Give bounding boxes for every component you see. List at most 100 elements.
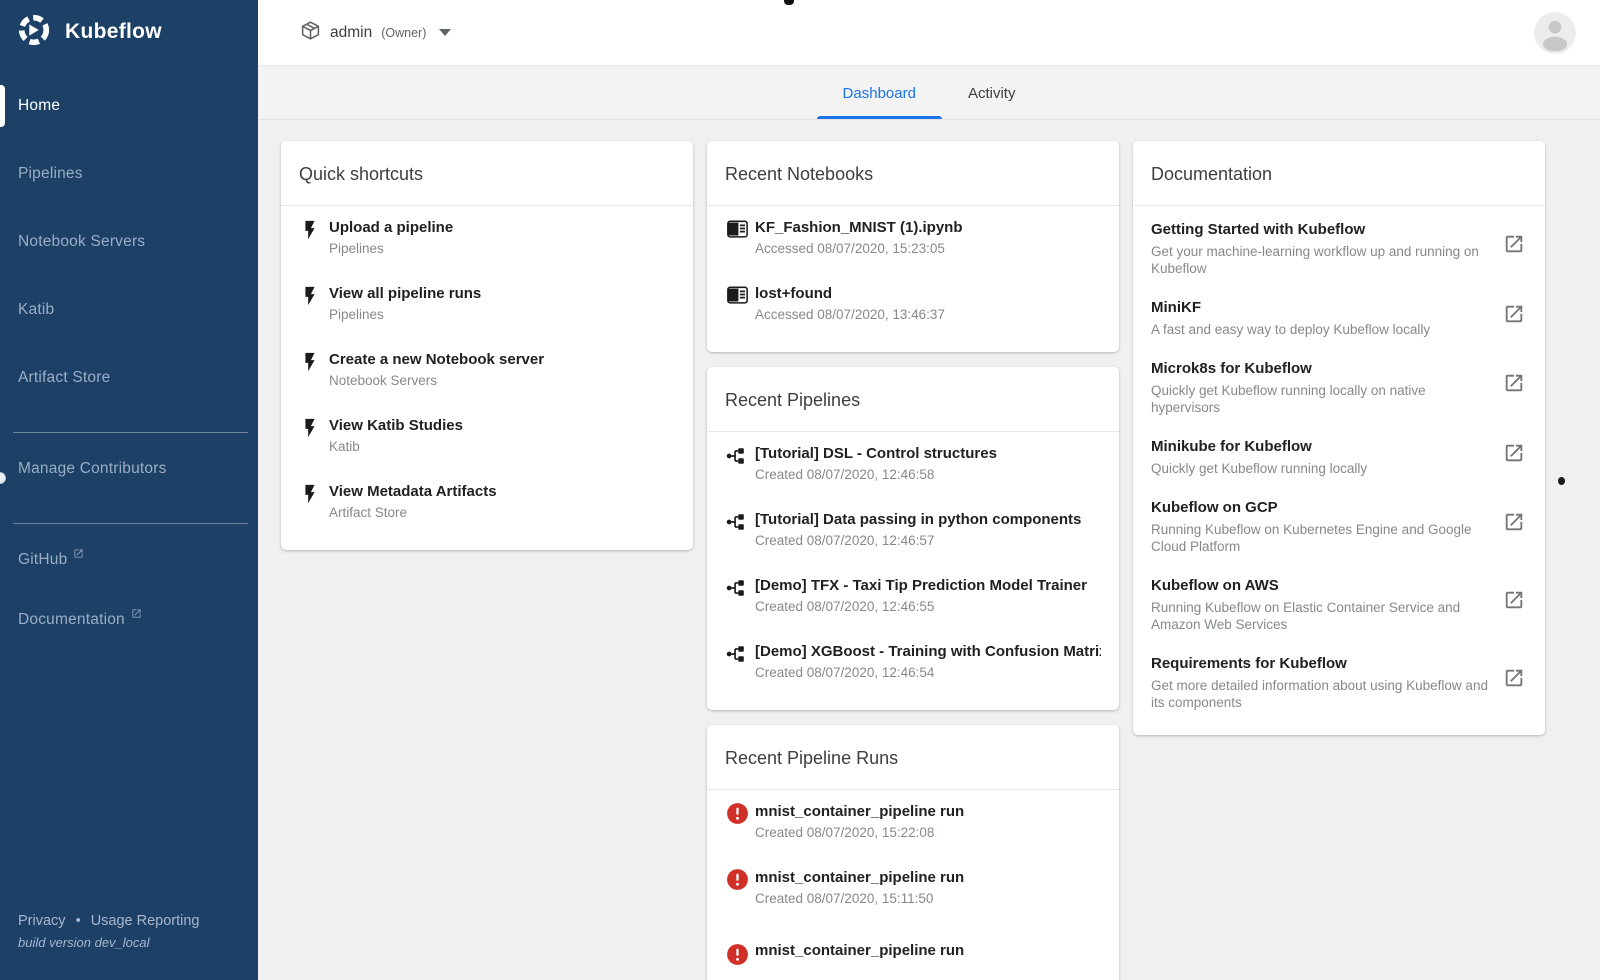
doc-title: Kubeflow on AWS [1151,577,1279,594]
external-link-icon [73,546,84,564]
doc-description: Running Kubeflow on Kubernetes Engine an… [1151,522,1472,554]
notebook-row[interactable]: KF_Fashion_MNIST (1).ipynb Accessed 08/0… [707,206,1119,272]
pipeline-created: Created 08/07/2020, 12:46:57 [755,533,935,548]
run-title: mnist_container_pipeline run [755,942,965,959]
sidebar-link-github[interactable]: GitHub [0,536,258,584]
sidebar-item-pipelines[interactable]: Pipelines [0,150,258,198]
doc-link-minikube[interactable]: Minikube for Kubeflow Quickly get Kubefl… [1133,426,1545,487]
recent-notebooks-card: Recent Notebooks KF_Fashion_MNIST (1).ip… [707,141,1119,352]
shortcut-title: Upload a pipeline [329,219,454,236]
sidebar-item-notebook-servers[interactable]: Notebook Servers [0,218,258,266]
user-avatar[interactable] [1534,12,1576,54]
tab-dashboard[interactable]: Dashboard [816,67,942,119]
shortcut-view-pipeline-runs[interactable]: View all pipeline runs Pipelines [281,272,693,338]
open-in-new-icon [1503,233,1527,277]
pipeline-run-row[interactable]: mnist_container_pipeline run Created 08/… [707,856,1119,922]
card-title: Recent Pipeline Runs [707,725,1119,790]
shortcut-subtitle: Notebook Servers [329,373,438,388]
sidebar-item-katib[interactable]: Katib [0,286,258,334]
doc-title: MiniKF [1151,299,1201,316]
shortcut-upload-pipeline[interactable]: Upload a pipeline Pipelines [281,206,693,272]
doc-title: Minikube for Kubeflow [1151,438,1312,455]
tab-strip: Dashboard Activity [258,67,1600,120]
sidebar-item-label: GitHub [18,551,68,568]
quick-shortcuts-card: Quick shortcuts Upload a pipeline Pipeli… [281,141,693,550]
column-quick-shortcuts: Quick shortcuts Upload a pipeline Pipeli… [281,141,693,565]
open-in-new-icon [1503,303,1527,338]
error-status-icon [725,867,755,922]
sidebar-nav: Home Pipelines Notebook Servers Katib Ar… [0,64,258,644]
card-title: Quick shortcuts [281,141,693,206]
doc-description: Get your machine-learning workflow up an… [1151,244,1479,276]
kubeflow-logo-icon [17,13,51,52]
doc-title: Requirements for Kubeflow [1151,655,1347,672]
sidebar-item-home[interactable]: Home [0,82,258,130]
open-in-new-icon [1503,589,1527,633]
pipeline-title: [Tutorial] Data passing in python compon… [755,511,1082,528]
open-in-new-icon [1503,442,1527,477]
shortcut-subtitle: Katib [329,439,360,454]
run-title: mnist_container_pipeline run [755,803,965,820]
doc-link-requirements[interactable]: Requirements for Kubeflow Get more detai… [1133,643,1545,721]
shortcut-title: View Katib Studies [329,417,463,434]
namespace-cube-icon [300,20,321,46]
sidebar-item-label: Home [18,97,61,114]
column-recents: Recent Notebooks KF_Fashion_MNIST (1).ip… [707,141,1119,980]
doc-link-kubeflow-gcp[interactable]: Kubeflow on GCP Running Kubeflow on Kube… [1133,487,1545,565]
pipeline-created: Created 08/07/2020, 12:46:55 [755,599,935,614]
pipeline-run-row[interactable]: mnist_container_pipeline run [707,922,1119,980]
pipeline-row[interactable]: [Demo] XGBoost - Training with Confusion… [707,630,1119,696]
external-link-icon [131,606,142,624]
pipeline-row[interactable]: [Tutorial] DSL - Control structures Crea… [707,432,1119,498]
sidebar-divider [13,432,248,433]
card-title: Recent Pipelines [707,367,1119,432]
bolt-icon [299,285,329,338]
namespace-selector[interactable]: admin (Owner) [300,20,452,46]
sidebar-footer: Privacy • Usage Reporting build version … [18,913,200,950]
notebook-title: KF_Fashion_MNIST (1).ipynb [755,219,963,236]
shortcut-subtitle: Artifact Store [329,505,408,520]
pipeline-title: [Demo] XGBoost - Training with Confusion… [755,643,1101,660]
chevron-down-icon [439,29,452,36]
active-indicator [0,85,5,127]
shortcut-view-katib-studies[interactable]: View Katib Studies Katib [281,404,693,470]
app-title: Kubeflow [65,20,162,43]
doc-title: Microk8s for Kubeflow [1151,360,1312,377]
sidebar-item-label: Artifact Store [18,369,111,386]
doc-link-microk8s[interactable]: Microk8s for Kubeflow Quickly get Kubefl… [1133,348,1545,426]
open-in-new-icon [1503,667,1527,711]
sidebar-item-label: Documentation [18,611,125,628]
doc-link-getting-started[interactable]: Getting Started with Kubeflow Get your m… [1133,206,1545,287]
doc-link-minikf[interactable]: MiniKF A fast and easy way to deploy Kub… [1133,287,1545,348]
sidebar-item-label: Notebook Servers [18,233,146,250]
column-documentation: Documentation Getting Started with Kubef… [1133,141,1545,750]
shortcut-subtitle: Pipelines [329,241,384,256]
error-status-icon [725,942,755,980]
footer-bullet: • [75,913,81,929]
pipeline-run-row[interactable]: mnist_container_pipeline run Created 08/… [707,790,1119,856]
shortcut-title: View all pipeline runs [329,285,482,302]
doc-description: Running Kubeflow on Elastic Container Se… [1151,600,1461,632]
sidebar-link-documentation[interactable]: Documentation [0,596,258,644]
shortcut-create-notebook-server[interactable]: Create a new Notebook server Notebook Se… [281,338,693,404]
notebook-row[interactable]: lost+found Accessed 08/07/2020, 13:46:37 [707,272,1119,338]
sidebar-item-manage-contributors[interactable]: Manage Contributors [0,445,258,493]
privacy-link[interactable]: Privacy [18,913,66,929]
pipeline-row[interactable]: [Tutorial] Data passing in python compon… [707,498,1119,564]
tab-activity[interactable]: Activity [942,67,1042,119]
doc-description: Quickly get Kubeflow running locally [1151,461,1368,476]
mouse-cursor [1558,477,1565,485]
sidebar-item-artifact-store[interactable]: Artifact Store [0,354,258,402]
recent-pipeline-runs-card: Recent Pipeline Runs mnist_container_pip… [707,725,1119,980]
open-in-new-icon [1503,511,1527,555]
usage-reporting-link[interactable]: Usage Reporting [91,913,200,929]
pipeline-icon [725,643,755,696]
doc-description: Quickly get Kubeflow running locally on … [1151,383,1426,415]
pipeline-created: Created 08/07/2020, 12:46:54 [755,665,935,680]
shortcut-view-metadata-artifacts[interactable]: View Metadata Artifacts Artifact Store [281,470,693,536]
doc-link-kubeflow-aws[interactable]: Kubeflow on AWS Running Kubeflow on Elas… [1133,565,1545,643]
kubeflow-logo-row[interactable]: Kubeflow [0,0,258,64]
topbar: admin (Owner) [258,0,1600,66]
notebook-accessed: Accessed 08/07/2020, 15:23:05 [755,241,945,256]
pipeline-row[interactable]: [Demo] TFX - Taxi Tip Prediction Model T… [707,564,1119,630]
